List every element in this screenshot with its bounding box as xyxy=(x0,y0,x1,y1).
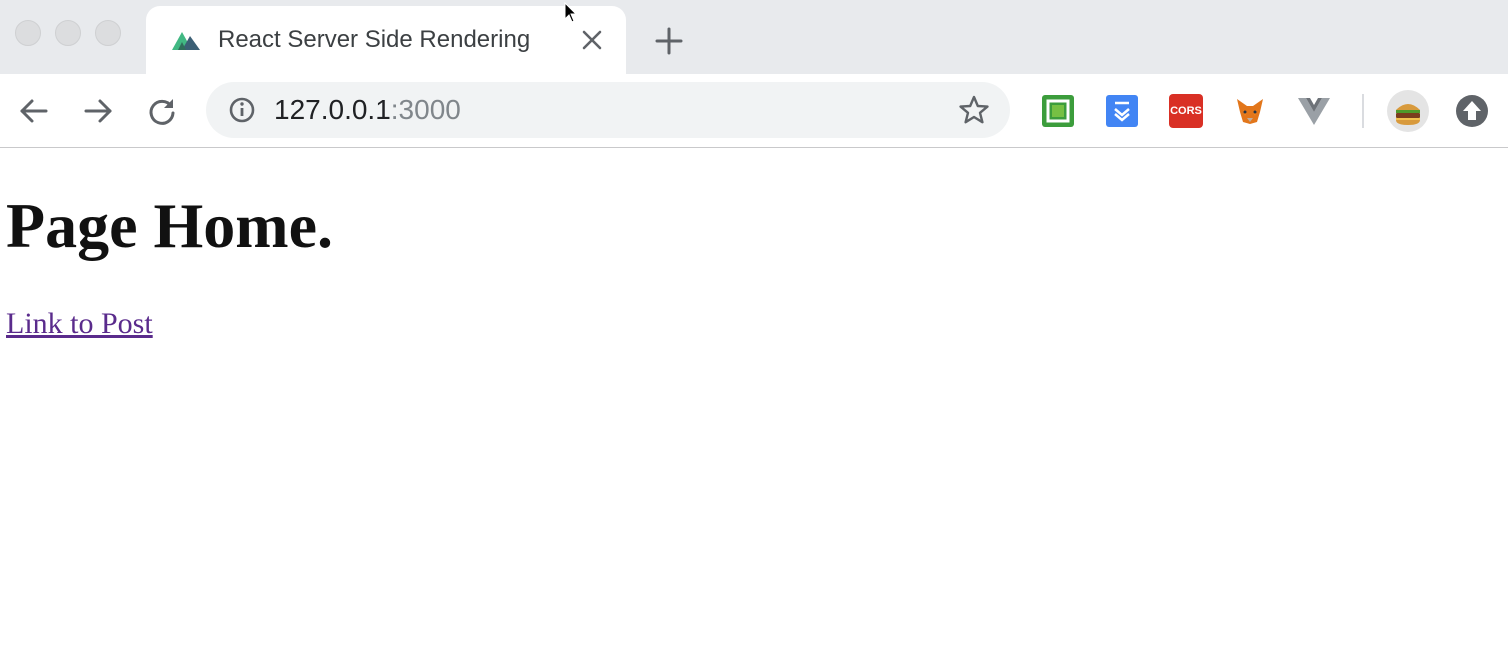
link-to-post[interactable]: Link to Post xyxy=(6,306,153,342)
tab-title: React Server Side Rendering xyxy=(218,26,531,53)
update-arrow-icon[interactable] xyxy=(1455,94,1489,128)
reload-icon[interactable] xyxy=(145,94,179,128)
address-bar[interactable]: 127.0.0.1:3000 xyxy=(206,82,1010,138)
blue-download-extension-icon[interactable] xyxy=(1105,94,1139,128)
green-square-extension-icon[interactable] xyxy=(1041,94,1075,128)
vue-devtools-extension-icon[interactable] xyxy=(1297,94,1331,128)
url-text[interactable]: 127.0.0.1:3000 xyxy=(274,94,461,126)
forward-arrow-icon[interactable] xyxy=(81,94,115,128)
new-tab-plus-icon[interactable] xyxy=(654,26,684,56)
info-icon[interactable] xyxy=(228,96,256,124)
profile-avatar[interactable] xyxy=(1387,90,1429,132)
cors-extension-icon[interactable]: CORS xyxy=(1169,94,1203,128)
toolbar-separator xyxy=(1362,94,1364,128)
window-minimize-button[interactable] xyxy=(55,20,81,46)
window-close-button[interactable] xyxy=(15,20,41,46)
url-port: :3000 xyxy=(390,94,461,125)
page-heading: Page Home. xyxy=(6,190,333,261)
url-host: 127.0.0.1 xyxy=(274,94,391,125)
tab-strip: React Server Side Rendering xyxy=(0,0,1508,74)
back-arrow-icon[interactable] xyxy=(17,94,51,128)
metamask-fox-extension-icon[interactable] xyxy=(1233,94,1267,128)
cors-extension-label: CORS xyxy=(1170,105,1202,117)
mouse-cursor-icon xyxy=(564,2,578,23)
star-icon[interactable] xyxy=(958,94,990,126)
browser-toolbar: 127.0.0.1:3000 CORS xyxy=(0,74,1508,148)
close-tab-icon[interactable] xyxy=(578,26,606,54)
active-tab[interactable]: React Server Side Rendering xyxy=(146,6,626,74)
burger-avatar-icon xyxy=(1396,104,1420,125)
nuxt-mountain-icon xyxy=(172,32,200,50)
window-maximize-button[interactable] xyxy=(95,20,121,46)
